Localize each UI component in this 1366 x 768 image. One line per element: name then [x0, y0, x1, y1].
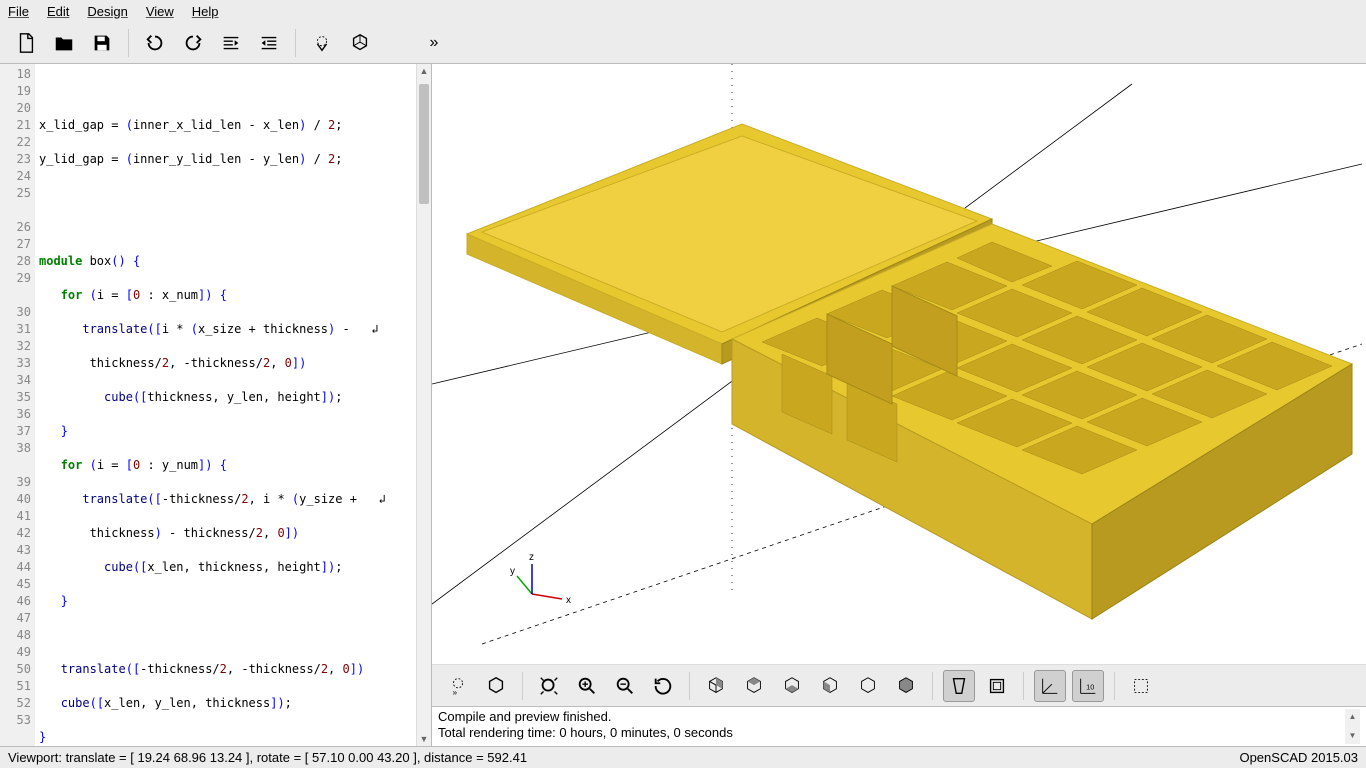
perspective-icon[interactable]	[943, 670, 975, 702]
open-file-button[interactable]	[48, 27, 80, 59]
preview-icon[interactable]: »	[442, 670, 474, 702]
menu-help[interactable]: Help	[192, 4, 219, 19]
view-front-icon[interactable]	[852, 670, 884, 702]
indent-button[interactable]	[253, 27, 285, 59]
zoom-in-icon[interactable]	[571, 670, 603, 702]
show-axes-icon[interactable]	[1034, 670, 1066, 702]
viewport-toolbar: » 10	[432, 664, 1366, 706]
separator	[1114, 672, 1115, 700]
menu-design[interactable]: Design	[87, 4, 127, 19]
menu-file[interactable]: File	[8, 4, 29, 19]
separator	[689, 672, 690, 700]
unindent-button[interactable]	[215, 27, 247, 59]
menu-view[interactable]: View	[146, 4, 174, 19]
version-label: OpenSCAD 2015.03	[1239, 750, 1358, 765]
console-line: Compile and preview finished.	[438, 709, 1345, 725]
separator	[522, 672, 523, 700]
zoom-out-icon[interactable]	[609, 670, 641, 702]
show-scale-icon[interactable]: 10	[1072, 670, 1104, 702]
main-area: 1819202122232425 26272829 30313233343536…	[0, 64, 1366, 746]
3d-viewport[interactable]: x y z	[432, 64, 1366, 664]
separator	[932, 672, 933, 700]
render-icon[interactable]	[480, 670, 512, 702]
view-back-icon[interactable]	[890, 670, 922, 702]
view-bottom-icon[interactable]	[776, 670, 808, 702]
redo-button[interactable]	[177, 27, 209, 59]
new-file-button[interactable]	[10, 27, 42, 59]
show-edges-icon[interactable]	[1125, 670, 1157, 702]
orthogonal-icon[interactable]	[981, 670, 1013, 702]
save-file-button[interactable]	[86, 27, 118, 59]
code-editor[interactable]: 1819202122232425 26272829 30313233343536…	[0, 64, 432, 746]
scroll-down-icon[interactable]: ▼	[419, 732, 429, 746]
view-left-icon[interactable]	[814, 670, 846, 702]
separator	[295, 29, 296, 57]
menu-edit[interactable]: Edit	[47, 4, 69, 19]
zoom-all-icon[interactable]	[533, 670, 565, 702]
scroll-up-icon[interactable]: ▲	[419, 64, 429, 78]
code-area[interactable]: x_lid_gap = (inner_x_lid_len - x_len) / …	[35, 64, 416, 746]
status-bar: Viewport: translate = [ 19.24 68.96 13.2…	[0, 746, 1366, 768]
separator	[128, 29, 129, 57]
axis-y-label: y	[510, 566, 515, 577]
axis-z-label: z	[529, 552, 534, 563]
editor-scrollbar[interactable]: ▲ ▼	[416, 64, 431, 746]
svg-text:»: »	[453, 688, 458, 697]
viewport-status: Viewport: translate = [ 19.24 68.96 13.2…	[8, 750, 527, 765]
viewport-panel: x y z » 10	[432, 64, 1366, 746]
menubar: File Edit Design View Help	[0, 0, 1366, 22]
separator	[1023, 672, 1024, 700]
line-gutter: 1819202122232425 26272829 30313233343536…	[0, 64, 35, 746]
console: Compile and preview finished. Total rend…	[432, 706, 1366, 746]
view-top-icon[interactable]	[738, 670, 770, 702]
main-toolbar: »	[0, 22, 1366, 64]
scroll-thumb[interactable]	[419, 84, 429, 204]
reset-view-icon[interactable]	[647, 670, 679, 702]
undo-button[interactable]	[139, 27, 171, 59]
console-scrollbar[interactable]: ▲ ▼	[1345, 709, 1360, 744]
render-canvas: x y z	[432, 64, 1366, 664]
preview-button[interactable]	[306, 27, 338, 59]
render-button[interactable]	[344, 27, 376, 59]
view-right-icon[interactable]	[700, 670, 732, 702]
svg-text:10: 10	[1086, 682, 1094, 691]
axis-x-label: x	[566, 595, 571, 606]
toolbar-overflow-button[interactable]: »	[418, 27, 450, 59]
console-line: Total rendering time: 0 hours, 0 minutes…	[438, 725, 1345, 741]
